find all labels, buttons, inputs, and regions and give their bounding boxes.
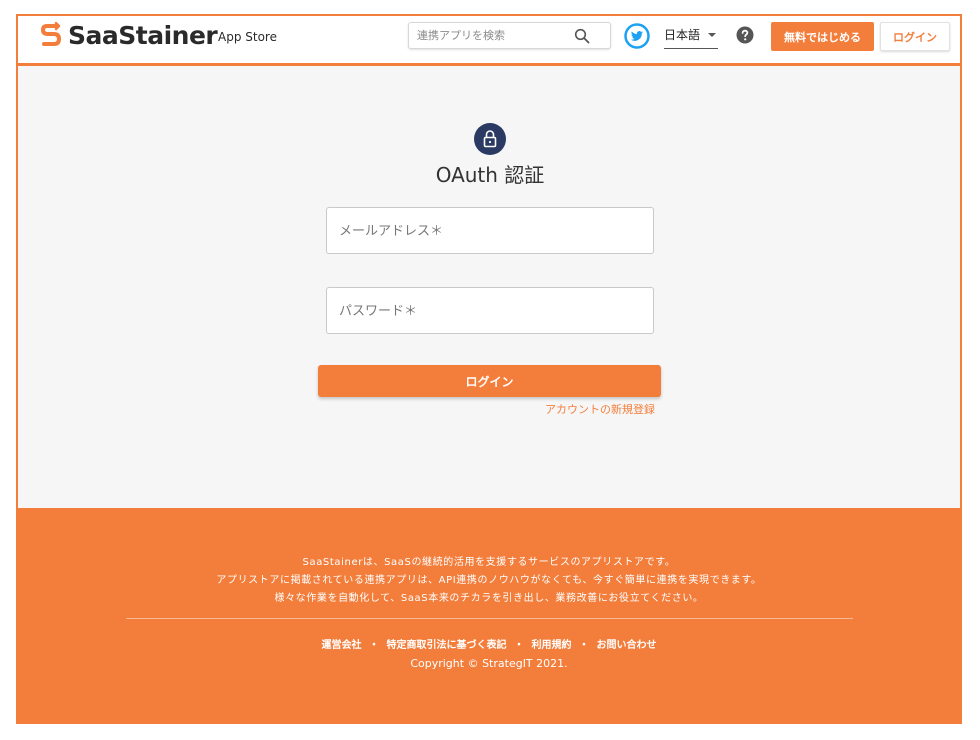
help-icon[interactable] (736, 26, 754, 44)
lock-badge (474, 123, 506, 155)
copyright: Copyright © StrategIT 2021. (410, 657, 568, 670)
lock-icon (483, 130, 497, 148)
email-input[interactable] (337, 220, 637, 242)
footer-link-company[interactable]: 運営会社 (322, 640, 362, 651)
footer-description-line: SaaStainerは、SaaSの継続的活用を支援するサービスのアプリストアです… (302, 557, 676, 568)
header-login-button[interactable]: ログイン (880, 22, 950, 51)
signup-button[interactable]: 無料ではじめる (771, 22, 874, 51)
twitter-icon[interactable] (624, 23, 650, 49)
language-label: 日本語 (664, 28, 701, 42)
register-link[interactable]: アカウントの新規登録 (458, 402, 655, 418)
footer: SaaStainerは、SaaSの継続的活用を支援するサービスのアプリストアです… (18, 508, 960, 722)
search-input[interactable] (415, 26, 565, 45)
caret-down-icon (708, 33, 716, 37)
saastainer-logo-icon[interactable] (40, 22, 62, 50)
header: SaaStainer App Store 日本語 無料ではじめる ログイン (18, 16, 960, 66)
page-title: OAuth 認証 (435, 163, 545, 187)
footer-link-separator: ・ (369, 640, 380, 651)
password-input[interactable] (337, 300, 637, 322)
footer-links: 運営会社 ・ 特定商取引法に基づく表記 ・ 利用規約 ・ お問い合わせ (18, 638, 960, 654)
login-button[interactable]: ログイン (318, 365, 661, 397)
search-icon[interactable] (574, 28, 590, 44)
brand-name[interactable]: SaaStainer (68, 20, 218, 52)
footer-description-line: アプリストアに掲載されている連携アプリは、API連携のノウハウがなくても、今すぐ… (216, 575, 762, 586)
brand-subtitle: App Store (218, 30, 277, 44)
footer-link-commercial-law[interactable]: 特定商取引法に基づく表記 (387, 640, 507, 651)
language-select[interactable]: 日本語 (664, 25, 718, 49)
footer-link-separator: ・ (578, 640, 589, 651)
app-frame: SaaStainer App Store 日本語 無料ではじめる ログイン (16, 14, 962, 724)
footer-link-terms[interactable]: 利用規約 (531, 640, 571, 651)
footer-description-line: 様々な作業を自動化して、SaaS本来のチカラを引き出し、業務改善にお役立てくださ… (274, 593, 704, 604)
footer-divider (126, 618, 853, 619)
search-box[interactable] (408, 22, 611, 49)
footer-link-separator: ・ (514, 640, 524, 651)
footer-link-contact[interactable]: お問い合わせ (596, 640, 656, 651)
email-field[interactable] (326, 207, 654, 254)
footer-description: SaaStainerは、SaaSの継続的活用を支援するサービスのアプリストアです… (18, 554, 960, 608)
password-field[interactable] (326, 287, 654, 334)
